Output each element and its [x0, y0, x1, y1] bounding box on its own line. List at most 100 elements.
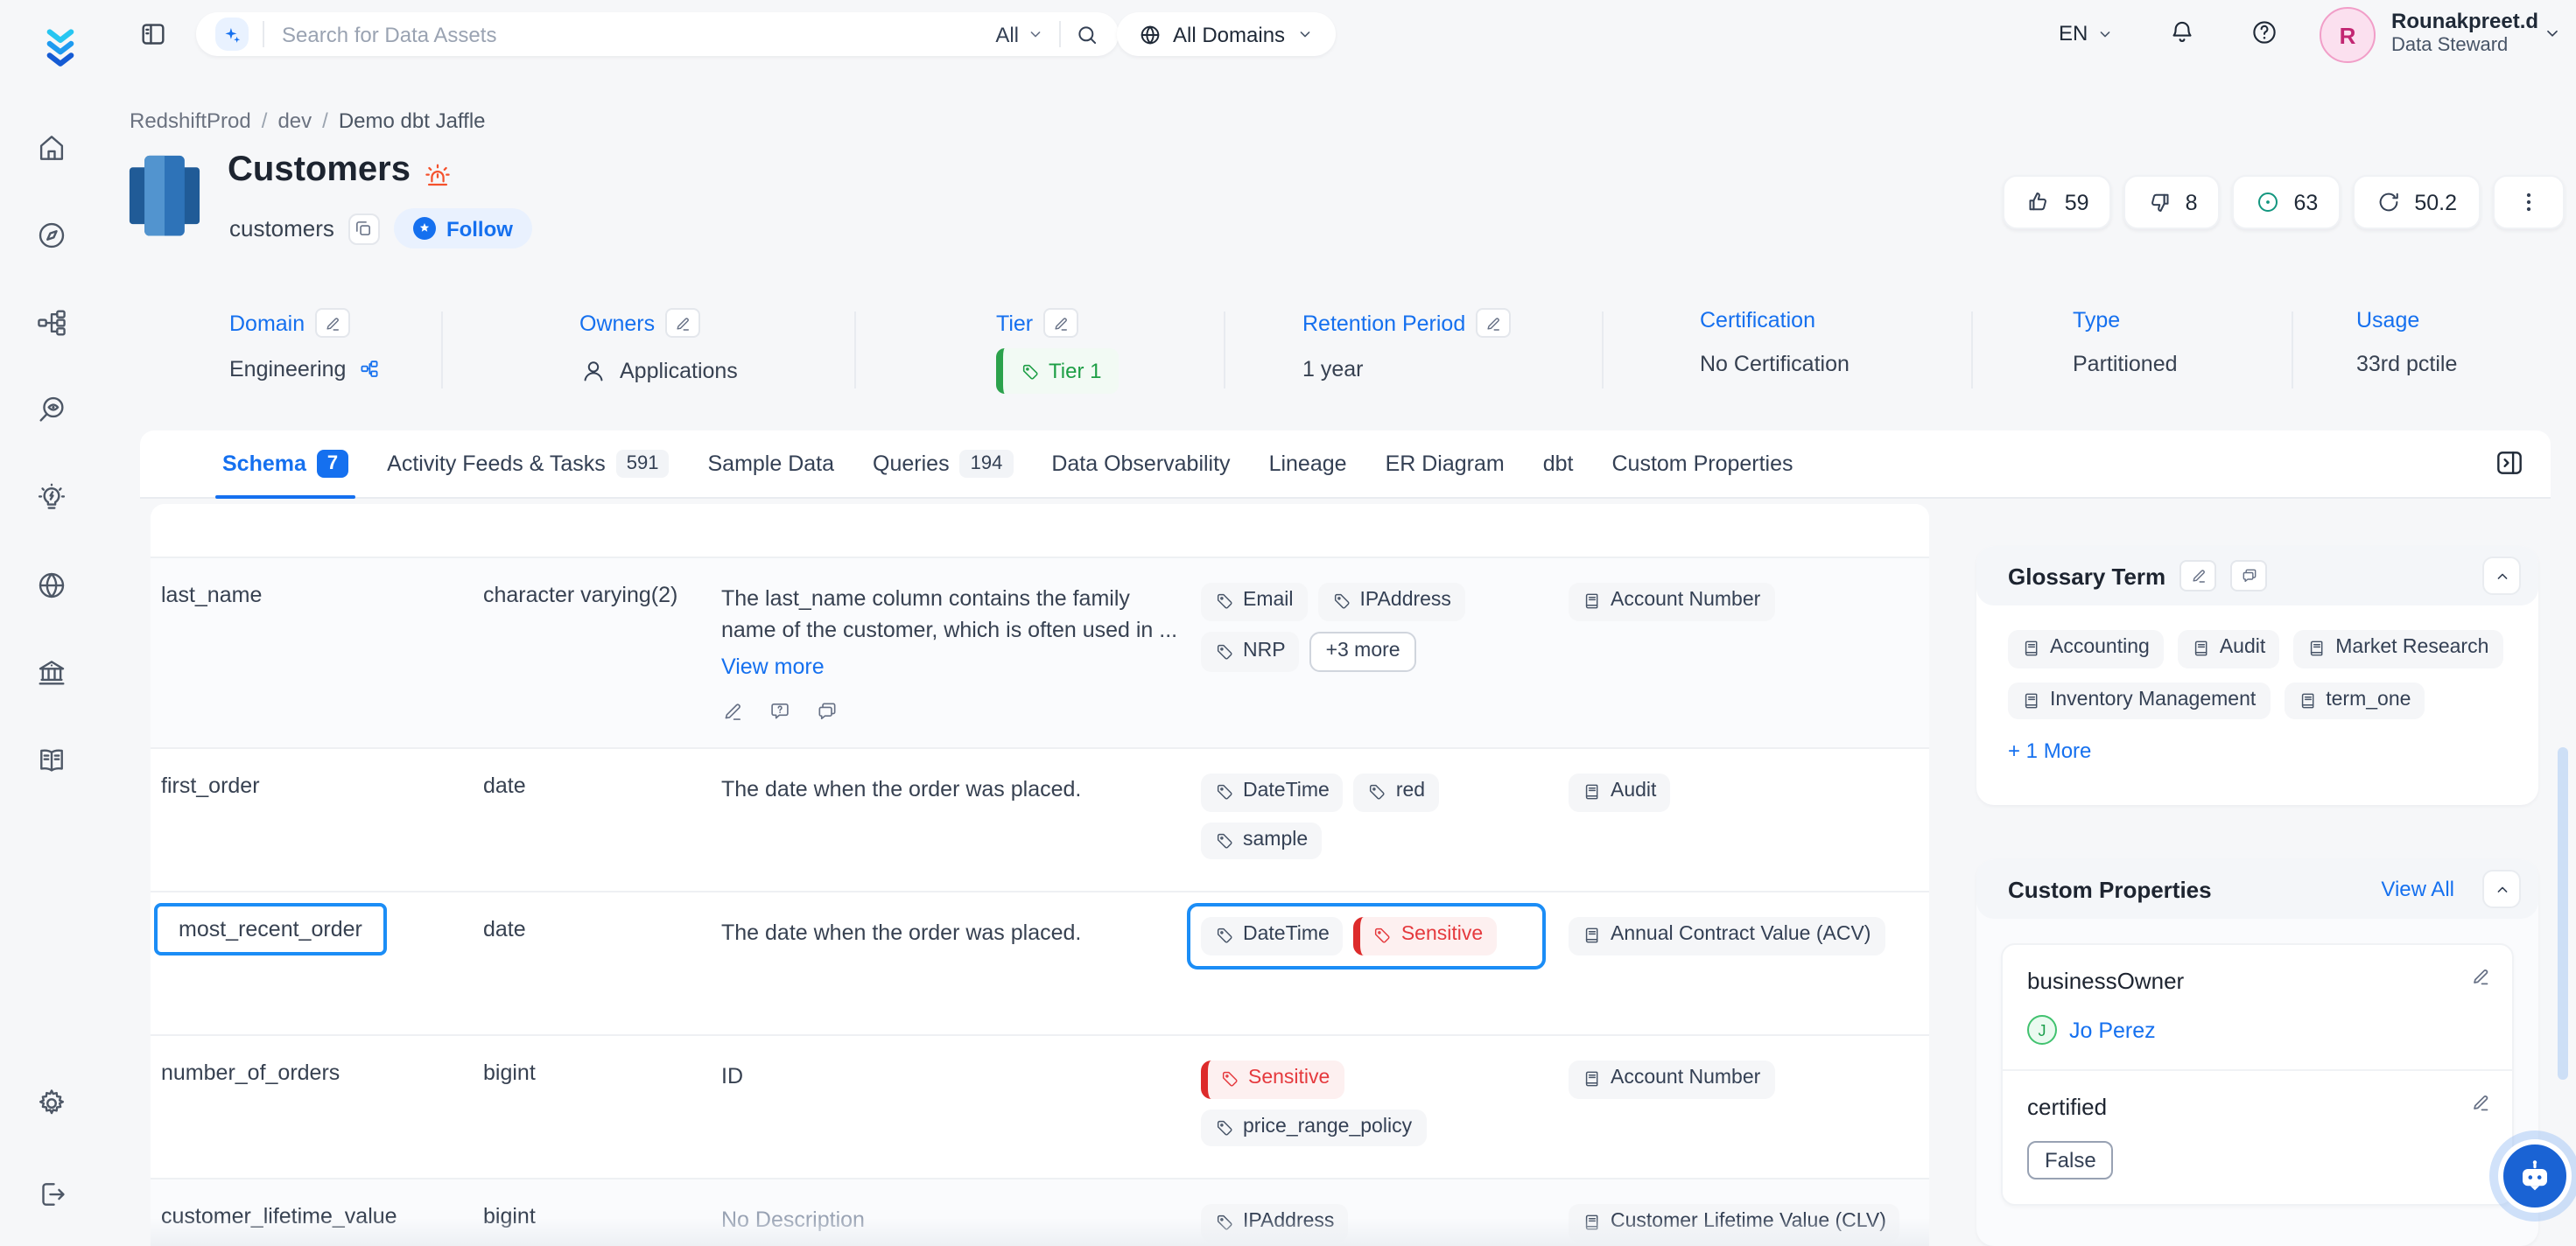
scrollbar-thumb[interactable]: [2558, 747, 2568, 1080]
glossary-term-chip[interactable]: Accounting: [2008, 630, 2164, 668]
tag-chip[interactable]: IPAddress: [1318, 583, 1465, 620]
view-all-link[interactable]: View All: [2381, 877, 2454, 901]
tab-custom-properties[interactable]: Custom Properties: [1612, 430, 1793, 497]
edit-description-icon[interactable]: [721, 701, 744, 732]
user-menu[interactable]: Rounakpreet.d Data Steward: [2391, 9, 2538, 56]
tag-icon: [1215, 642, 1234, 662]
tab-queries[interactable]: Queries194: [873, 430, 1013, 497]
edit-icon[interactable]: [2470, 1092, 2491, 1118]
tag-chip[interactable]: DateTime: [1201, 917, 1344, 955]
nav-logout[interactable]: [25, 1169, 77, 1218]
tag-chip[interactable]: DateTime: [1201, 774, 1344, 811]
table-row[interactable]: first_order date The date when the order…: [151, 749, 1929, 892]
glossary-term-chip[interactable]: Market Research: [2293, 630, 2502, 668]
tag-icon: [1215, 1214, 1234, 1233]
search-input[interactable]: [278, 20, 981, 48]
alert-icon[interactable]: [422, 161, 453, 192]
breadcrumb-item[interactable]: dev: [277, 108, 312, 133]
tab-dbt[interactable]: dbt: [1543, 430, 1574, 497]
nav-settings[interactable]: [25, 1078, 77, 1127]
copy-icon[interactable]: [348, 213, 380, 244]
app-logo[interactable]: [44, 28, 77, 74]
sidebar-toggle-icon[interactable]: [138, 19, 168, 49]
comments-icon[interactable]: [816, 701, 839, 732]
tab-data-observability[interactable]: Data Observability: [1051, 430, 1230, 497]
usage-score-button[interactable]: 50.2: [2353, 175, 2480, 229]
task-count-button[interactable]: 63: [2233, 175, 2341, 229]
tab-er-diagram[interactable]: ER Diagram: [1386, 430, 1505, 497]
user-menu-chevron-icon[interactable]: [2542, 23, 2563, 44]
glossary-term-chip[interactable]: Account Number: [1569, 1060, 1774, 1098]
tag-chip[interactable]: sample: [1201, 822, 1322, 859]
edit-icon[interactable]: [315, 308, 350, 338]
tab-sample-data[interactable]: Sample Data: [708, 430, 835, 497]
search-icon[interactable]: [1075, 22, 1099, 46]
edit-glossary-icon[interactable]: [2179, 560, 2216, 592]
nav-govern[interactable]: [25, 648, 77, 696]
owner-value[interactable]: Applications: [620, 359, 738, 383]
nav-explore[interactable]: [25, 210, 77, 259]
search-scope-dropdown[interactable]: All: [995, 22, 1045, 46]
glossary-term-chip[interactable]: Customer Lifetime Value (CLV): [1569, 1204, 1900, 1242]
table-row[interactable]: last_name character varying(2) The last_…: [151, 558, 1929, 749]
tag-chip[interactable]: Sensitive: [1201, 1060, 1344, 1098]
nav-glossary[interactable]: [25, 735, 77, 784]
collapse-custom-properties-icon[interactable]: [2482, 870, 2521, 908]
tag-chip[interactable]: NRP: [1201, 631, 1300, 672]
more-actions-button[interactable]: [2492, 175, 2564, 229]
table-row[interactable]: most_recent_order date The date when the…: [151, 892, 1929, 1036]
table-row[interactable]: customer_lifetime_value bigint No Descri…: [151, 1180, 1929, 1246]
domain-value[interactable]: Engineering: [229, 357, 346, 382]
ai-sparkle-icon[interactable]: [215, 18, 249, 51]
edit-icon[interactable]: [2470, 966, 2491, 992]
user-avatar[interactable]: R: [2320, 7, 2376, 63]
tab-lineage[interactable]: Lineage: [1269, 430, 1347, 497]
help-icon[interactable]: [2250, 18, 2279, 47]
downvote-button[interactable]: 8: [2124, 175, 2221, 229]
glossary-more-link[interactable]: + 1 More: [1976, 719, 2123, 782]
tab-schema[interactable]: Schema7: [222, 430, 348, 497]
nav-domains[interactable]: [25, 560, 77, 609]
table-row[interactable]: number_of_orders bigint ID Sensitivepric…: [151, 1036, 1929, 1180]
tag-chip[interactable]: Sensitive: [1354, 917, 1497, 955]
domains-filter[interactable]: All Domains: [1117, 12, 1336, 56]
glossary-comments-icon[interactable]: [2230, 560, 2267, 592]
glossary-term-chip[interactable]: Inventory Management: [2008, 682, 2270, 719]
meta-tier: Tier Tier 1: [996, 308, 1119, 394]
chat-bot-button[interactable]: [2498, 1139, 2572, 1213]
nav-home[interactable]: [25, 122, 77, 172]
glossary-term-chip[interactable]: Annual Contract Value (ACV): [1569, 917, 1885, 955]
breadcrumb-item[interactable]: Demo dbt Jaffle: [339, 108, 486, 133]
tier-chip[interactable]: Tier 1: [996, 348, 1119, 394]
upvote-button[interactable]: 59: [2004, 175, 2112, 229]
tag-chip[interactable]: IPAddress: [1201, 1204, 1348, 1242]
tag-icon: [1215, 927, 1234, 946]
glossary-term-chip[interactable]: term_one: [2284, 682, 2425, 719]
tab-activity-feeds-tasks[interactable]: Activity Feeds & Tasks591: [387, 430, 669, 497]
follow-button[interactable]: Follow: [394, 208, 532, 248]
tag-chip[interactable]: price_range_policy: [1201, 1109, 1426, 1146]
request-description-icon[interactable]: [769, 701, 791, 732]
nav-insights[interactable]: [25, 472, 77, 522]
link-icon: [358, 359, 379, 380]
glossary-term-chip[interactable]: Account Number: [1569, 583, 1774, 620]
edit-icon[interactable]: [665, 308, 700, 338]
property-user-link[interactable]: Jo Perez: [2069, 1018, 2156, 1042]
view-more-link[interactable]: View more: [721, 652, 825, 683]
more-tags-button[interactable]: +3 more: [1310, 631, 1416, 672]
tag-chip[interactable]: Email: [1201, 583, 1308, 620]
language-selector[interactable]: EN: [2059, 21, 2114, 46]
breadcrumb-item[interactable]: RedshiftProd: [130, 108, 251, 133]
chevron-down-icon: [1295, 24, 1315, 44]
collapse-right-panel-icon[interactable]: [2493, 446, 2526, 480]
edit-icon[interactable]: [1043, 308, 1078, 338]
home-icon: [34, 130, 67, 164]
glossary-term-chip[interactable]: Audit: [2178, 630, 2279, 668]
property-key: businessOwner: [2027, 968, 2488, 994]
tag-chip[interactable]: red: [1354, 774, 1439, 811]
notifications-bell-icon[interactable]: [2167, 18, 2197, 47]
edit-icon[interactable]: [1476, 308, 1511, 338]
global-search-bar[interactable]: All: [196, 12, 1119, 56]
glossary-term-chip[interactable]: Audit: [1569, 774, 1670, 811]
collapse-glossary-icon[interactable]: [2482, 556, 2521, 595]
